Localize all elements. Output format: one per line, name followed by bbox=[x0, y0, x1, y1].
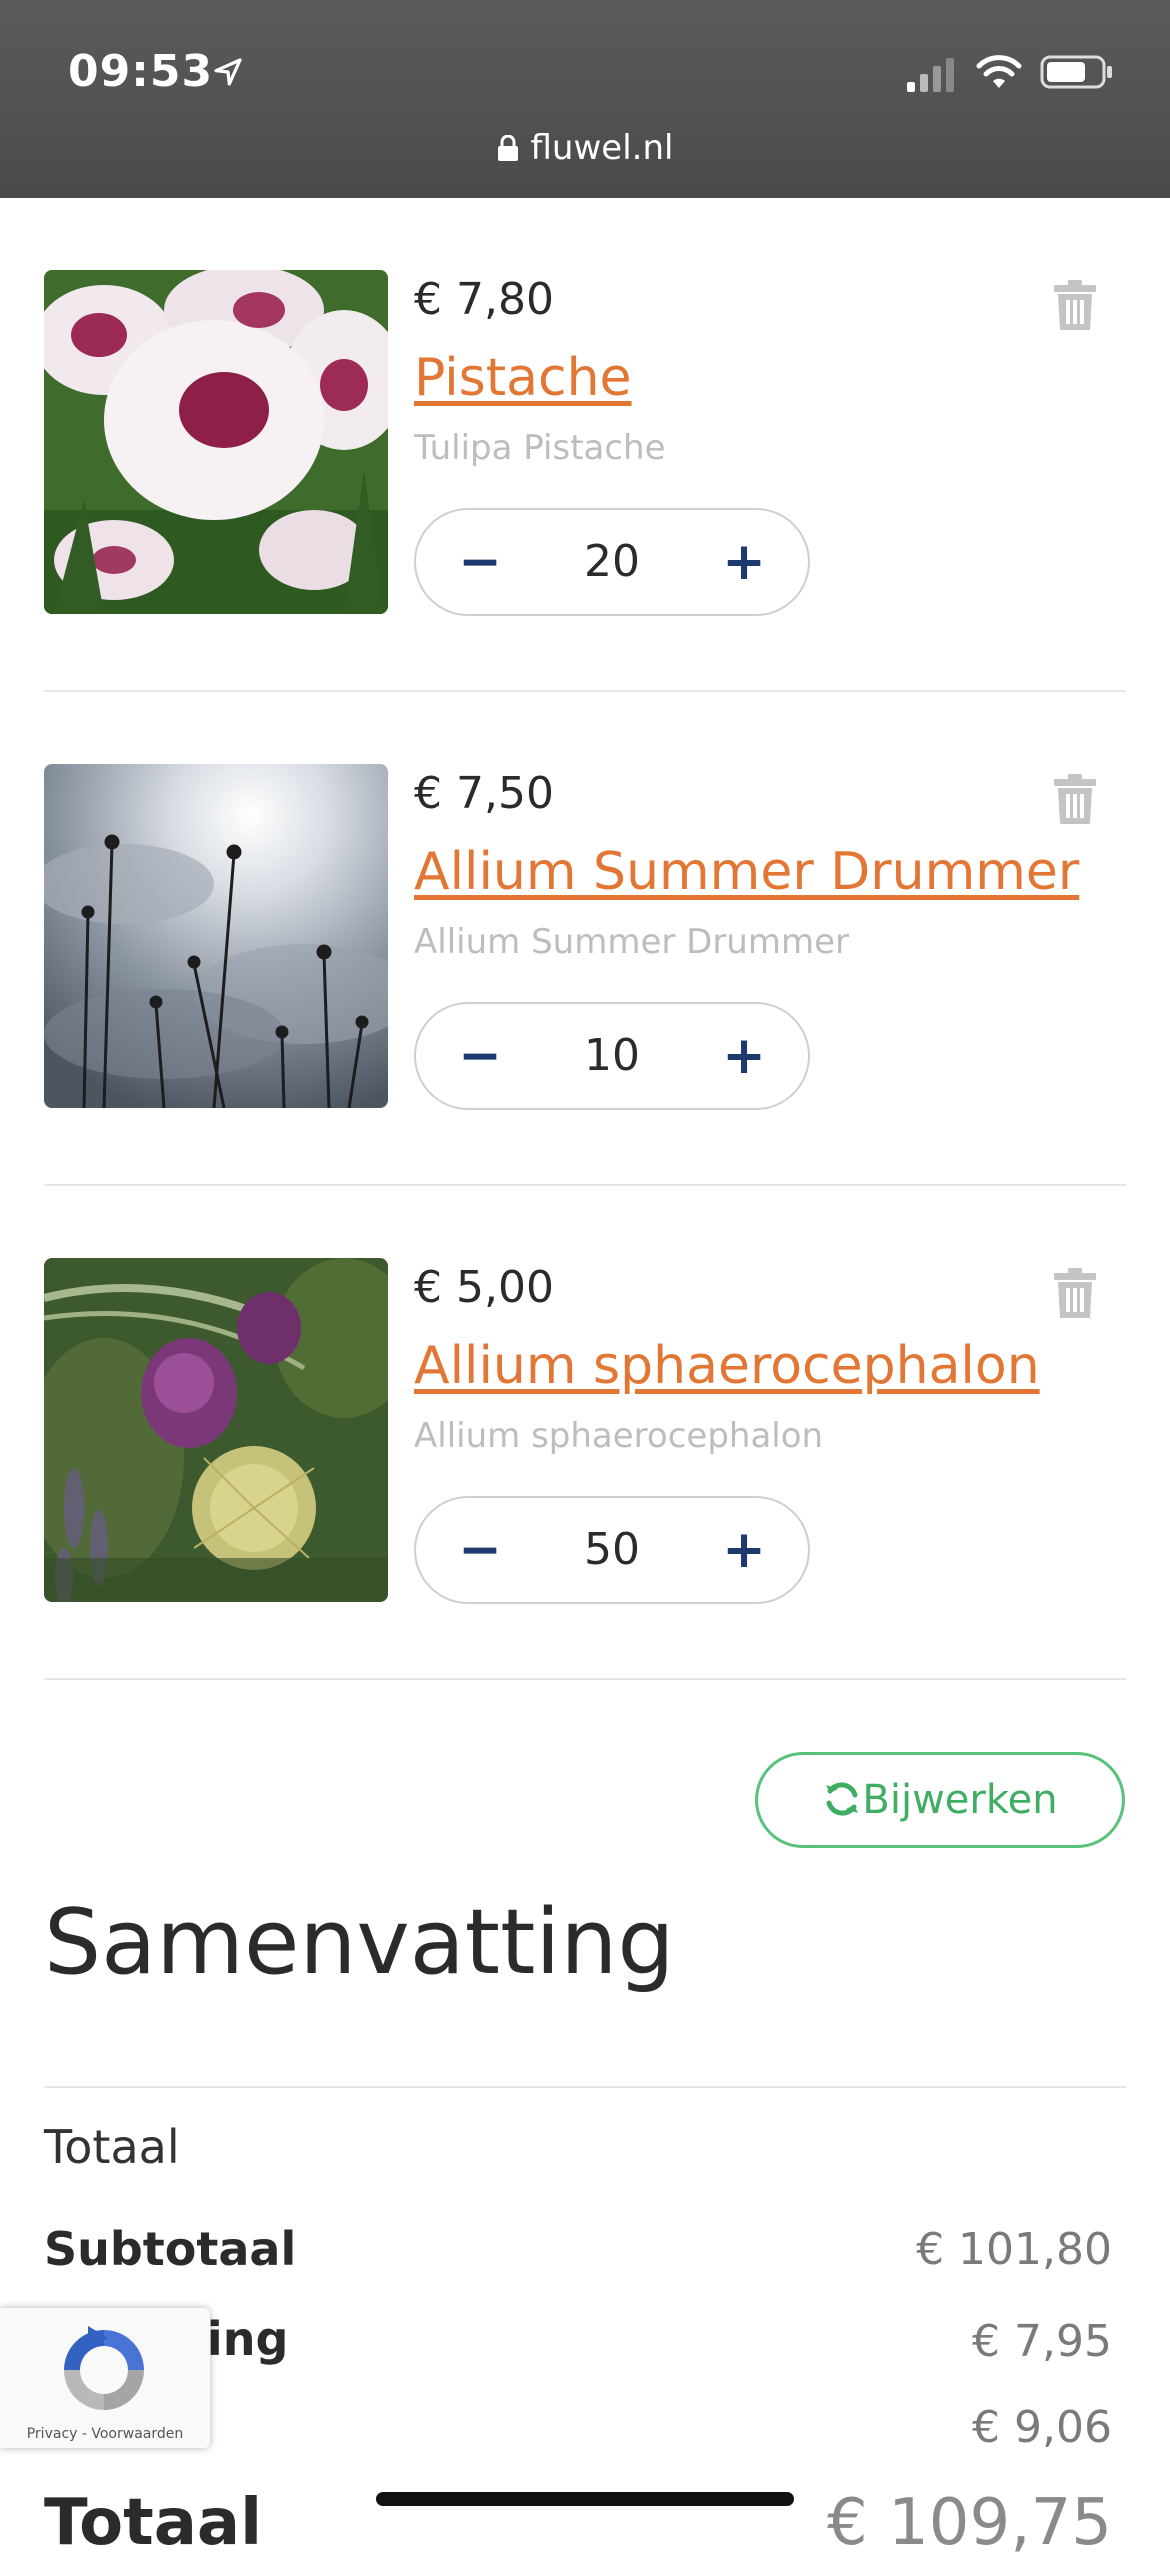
divider bbox=[44, 2086, 1126, 2088]
increase-quantity-button[interactable]: + bbox=[694, 1004, 794, 1108]
wifi-icon bbox=[976, 55, 1022, 88]
refresh-icon bbox=[826, 1782, 859, 1816]
summary-title: Samenvatting bbox=[44, 1890, 675, 1995]
summary-row-value: € 9,06 bbox=[972, 2402, 1112, 2453]
cellular-signal-icon bbox=[907, 58, 954, 92]
item-latin-name: Allium sphaerocephalon bbox=[414, 1416, 824, 1456]
cart-item: € 7,80 Pistache Tulipa Pistache 20 − + bbox=[44, 196, 1126, 692]
trash-icon[interactable] bbox=[1054, 280, 1096, 330]
item-price: € 7,80 bbox=[414, 274, 554, 325]
trash-icon[interactable] bbox=[1054, 1268, 1096, 1318]
product-image-allium-summer-drummer[interactable] bbox=[44, 764, 388, 1108]
increase-quantity-button[interactable]: + bbox=[694, 510, 794, 614]
recaptcha-links[interactable]: Privacy - Voorwaarden bbox=[0, 2426, 210, 2442]
item-name-link[interactable]: Pistache bbox=[414, 348, 632, 408]
recaptcha-badge[interactable]: Privacy - Voorwaarden bbox=[0, 2308, 210, 2448]
quantity-stepper: 20 − + bbox=[414, 508, 810, 616]
cart-item: € 5,00 Allium sphaerocephalon Allium sph… bbox=[44, 1184, 1126, 1680]
location-arrow-icon bbox=[214, 58, 242, 86]
total-value: € 109,75 bbox=[827, 2486, 1112, 2560]
totals-section-label: Totaal bbox=[44, 2120, 180, 2174]
summary-row-value: € 7,95 bbox=[972, 2316, 1112, 2367]
status-time: 09:53 bbox=[68, 46, 214, 97]
item-price: € 7,50 bbox=[414, 768, 554, 819]
item-name-link[interactable]: Allium sphaerocephalon bbox=[414, 1336, 1040, 1396]
item-latin-name: Tulipa Pistache bbox=[414, 428, 666, 468]
url-text: fluwel.nl bbox=[530, 128, 674, 168]
quantity-stepper: 50 − + bbox=[414, 1496, 810, 1604]
increase-quantity-button[interactable]: + bbox=[694, 1498, 794, 1602]
update-cart-button[interactable]: Bijwerken bbox=[755, 1752, 1125, 1848]
item-price: € 5,00 bbox=[414, 1262, 554, 1313]
home-indicator[interactable] bbox=[376, 2492, 794, 2506]
update-cart-label: Bijwerken bbox=[862, 1777, 1058, 1823]
decrease-quantity-button[interactable]: − bbox=[430, 1004, 530, 1108]
product-image-allium-sphaerocephalon[interactable] bbox=[44, 1258, 388, 1602]
battery-icon bbox=[1040, 55, 1112, 89]
decrease-quantity-button[interactable]: − bbox=[430, 510, 530, 614]
cart-item: € 7,50 Allium Summer Drummer Allium Summ… bbox=[44, 690, 1126, 1186]
lock-icon bbox=[497, 135, 518, 161]
trash-icon[interactable] bbox=[1054, 774, 1096, 824]
item-latin-name: Allium Summer Drummer bbox=[414, 922, 849, 962]
total-label: Totaal bbox=[44, 2486, 263, 2560]
summary-row-label: Subtotaal bbox=[44, 2222, 297, 2276]
quantity-stepper: 10 − + bbox=[414, 1002, 810, 1110]
url-bar[interactable]: fluwel.nl bbox=[0, 128, 1170, 168]
browser-top-bar: 09:53 fluwel.nl bbox=[0, 0, 1170, 198]
item-name-link[interactable]: Allium Summer Drummer bbox=[414, 842, 1079, 902]
product-image-pistache[interactable] bbox=[44, 270, 388, 614]
recaptcha-icon bbox=[64, 2326, 144, 2410]
decrease-quantity-button[interactable]: − bbox=[430, 1498, 530, 1602]
summary-row-value: € 101,80 bbox=[916, 2224, 1112, 2275]
